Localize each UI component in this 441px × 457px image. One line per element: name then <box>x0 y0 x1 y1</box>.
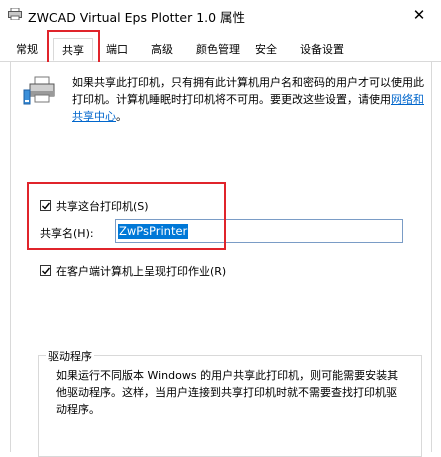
close-icon: ✕ <box>412 6 426 24</box>
title-bar: ZWCAD Virtual Eps Plotter 1.0 属性 ✕ <box>0 0 441 30</box>
sharing-description-end: 。 <box>116 110 127 123</box>
drivers-description: 如果运行不同版本 Windows 的用户共享此打印机，则可能需要安装其他驱动程序… <box>56 369 399 416</box>
drivers-group-title: 驱动程序 <box>46 348 94 364</box>
share-settings-highlight-annotation <box>27 182 226 250</box>
tab-ports[interactable]: 端口 <box>101 40 133 60</box>
sharing-description: 如果共享此打印机，只有拥有此计算机用户名和密码的用户才可以使用此打印机。计算机睡… <box>72 74 427 125</box>
render-on-client-checkbox[interactable] <box>40 265 51 276</box>
tab-advanced[interactable]: 高级 <box>145 40 179 60</box>
tab-device-settings[interactable]: 设备设置 <box>294 40 350 60</box>
tab-general[interactable]: 常规 <box>12 40 42 60</box>
shared-printer-icon <box>23 76 55 105</box>
render-on-client-label: 在客户端计算机上呈现打印作业(R) <box>56 265 227 278</box>
checkmark-icon <box>42 267 51 275</box>
printer-app-icon <box>8 8 22 20</box>
close-button[interactable]: ✕ <box>397 0 441 30</box>
tab-color-management[interactable]: 颜色管理 <box>192 40 244 60</box>
sharing-description-text: 如果共享此打印机，只有拥有此计算机用户名和密码的用户才可以使用此打印机。计算机睡… <box>72 76 424 106</box>
window-title: ZWCAD Virtual Eps Plotter 1.0 属性 <box>28 10 246 25</box>
tab-security[interactable]: 安全 <box>252 40 280 60</box>
